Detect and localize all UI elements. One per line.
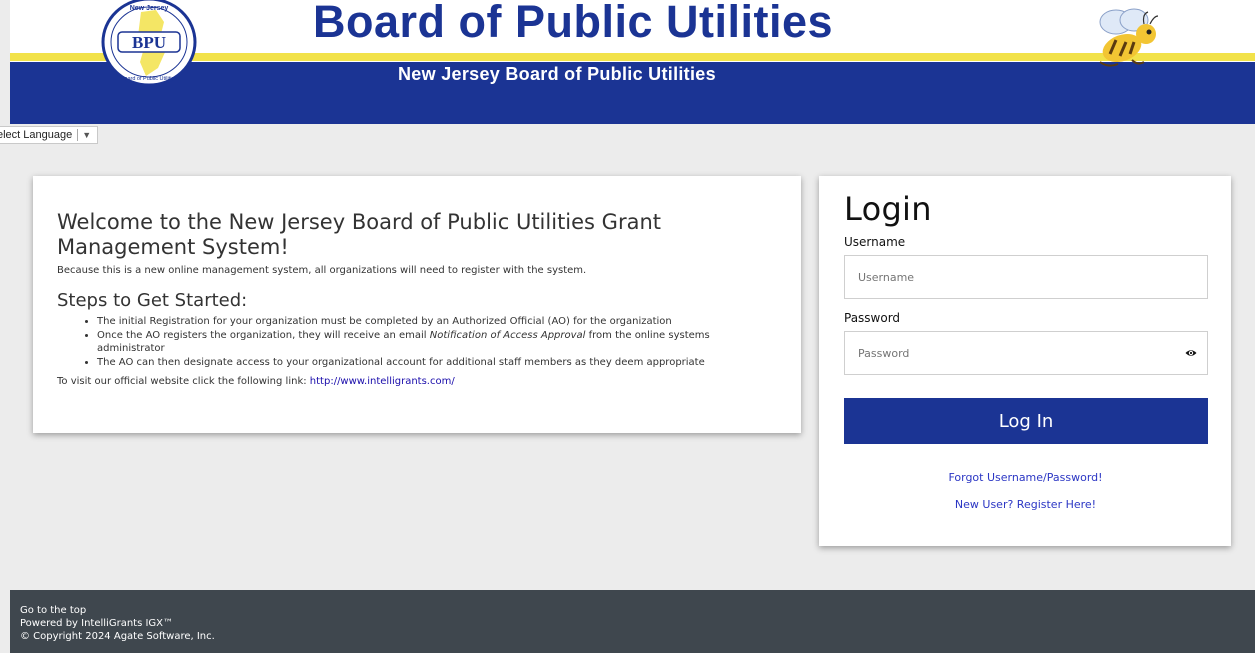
official-website-link[interactable]: http://www.intelligrants.com/ xyxy=(310,376,455,387)
visit-text: To visit our official website click the … xyxy=(57,376,310,387)
step-item-approval: Once the AO registers the organization, … xyxy=(97,329,777,355)
copyright-text: © Copyright 2024 Agate Software, Inc. xyxy=(20,631,215,642)
seal-bottom-text: Board of Public Utilities xyxy=(121,76,178,82)
official-website-line: To visit our official website click the … xyxy=(57,376,777,387)
site-header: BPU New Jersey Board of Public Utilities… xyxy=(10,0,1255,124)
username-label: Username xyxy=(844,235,906,249)
username-input[interactable] xyxy=(858,270,1194,284)
bpu-seal-logo[interactable]: BPU New Jersey Board of Public Utilities xyxy=(94,0,204,94)
welcome-panel: Welcome to the New Jersey Board of Publi… xyxy=(33,176,801,433)
dropdown-arrow-icon[interactable]: ▼ xyxy=(82,130,91,140)
seal-bpu-text: BPU xyxy=(132,33,166,52)
steps-heading: Steps to Get Started: xyxy=(57,290,248,311)
language-selector[interactable]: elect Language ▼ xyxy=(0,126,99,144)
powered-by-text: Powered by IntelliGrants IGX™ xyxy=(20,618,174,629)
forgot-credentials-link[interactable]: Forgot Username/Password! xyxy=(844,471,1207,484)
password-label: Password xyxy=(844,311,901,325)
password-input[interactable] xyxy=(858,346,1194,360)
language-selector-label: elect Language xyxy=(0,129,73,141)
step-item-designate-access: The AO can then designate access to your… xyxy=(97,356,777,369)
welcome-title: Welcome to the New Jersey Board of Publi… xyxy=(57,210,661,259)
step-item-registration: The initial Registration for your organi… xyxy=(97,315,777,328)
login-button[interactable]: Log In xyxy=(844,398,1208,444)
username-field-wrapper xyxy=(844,255,1208,299)
site-title: Board of Public Utilities xyxy=(313,0,834,47)
site-footer: Go to the top Powered by IntelliGrants I… xyxy=(10,590,1255,653)
login-panel: Login Username Password Log In Forgot Us… xyxy=(819,176,1231,546)
step-2-text-before: Once the AO registers the organization, … xyxy=(97,330,430,341)
go-to-top-link[interactable]: Go to the top xyxy=(20,605,86,616)
steps-list: The initial Registration for your organi… xyxy=(57,315,777,369)
register-link[interactable]: New User? Register Here! xyxy=(844,498,1207,511)
login-title: Login xyxy=(844,190,932,228)
password-field-wrapper xyxy=(844,331,1208,375)
language-selector-divider xyxy=(77,129,79,141)
seal-top-text: New Jersey xyxy=(130,5,169,12)
bee-mascot-icon xyxy=(1099,8,1159,67)
show-password-eye-icon[interactable] xyxy=(1185,347,1197,359)
step-2-emphasis: Notification of Access Approval xyxy=(429,330,586,341)
welcome-intro: Because this is a new online management … xyxy=(57,265,587,276)
site-subtitle: New Jersey Board of Public Utilities xyxy=(398,64,716,84)
login-links: Forgot Username/Password! New User? Regi… xyxy=(844,471,1207,511)
